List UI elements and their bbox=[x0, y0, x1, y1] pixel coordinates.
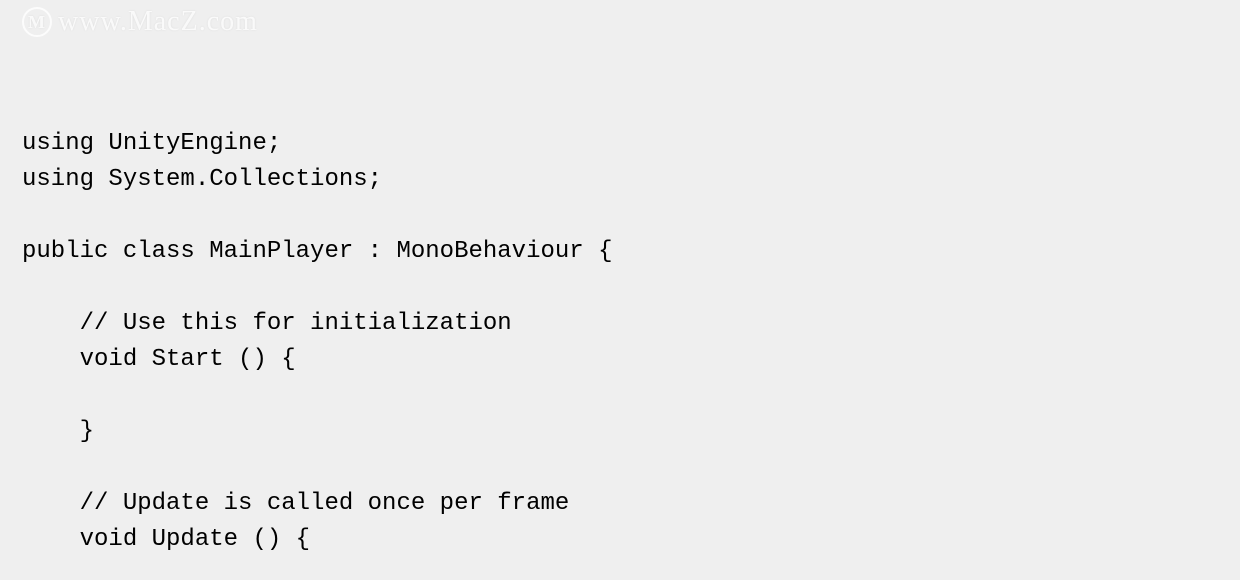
watermark: M www.MacZ.com bbox=[22, 4, 258, 40]
watermark-text: www.MacZ.com bbox=[58, 4, 258, 40]
watermark-logo-icon: M bbox=[22, 7, 52, 37]
code-block: M www.MacZ.com using UnityEngine; using … bbox=[0, 0, 1240, 580]
code-text: using UnityEngine; using System.Collecti… bbox=[22, 126, 1218, 580]
